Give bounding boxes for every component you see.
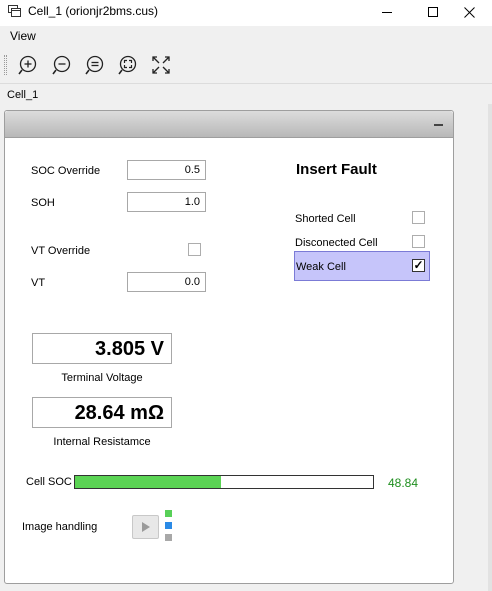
image-handling-label: Image handling	[22, 521, 98, 533]
insert-fault-title: Insert Fault	[296, 161, 377, 178]
cell-soc-value: 48.84	[388, 476, 419, 490]
internal-resistance-display: 28.64 mΩ	[32, 397, 172, 428]
toolbar-grip[interactable]	[4, 55, 7, 75]
vt-override-checkbox[interactable]	[188, 243, 201, 256]
play-button[interactable]	[132, 515, 159, 539]
soc-override-label: SOC Override	[31, 165, 101, 177]
menu-bar: View	[0, 26, 492, 46]
vt-input[interactable]: 0.0	[127, 272, 206, 292]
disconnected-cell-checkbox[interactable]	[412, 235, 425, 248]
terminal-voltage-display: 3.805 V	[32, 333, 172, 364]
title-bar: Cell_1 (orionjr2bms.cus)	[0, 0, 492, 24]
terminal-voltage-caption: Terminal Voltage	[61, 372, 143, 384]
window-title: Cell_1 (orionjr2bms.cus)	[28, 4, 159, 18]
vt-override-label: VT Override	[31, 245, 91, 257]
soh-input[interactable]: 1.0	[127, 192, 206, 212]
disconnected-cell-label: Disconected Cell	[295, 237, 378, 249]
cell-soc-label: Cell SOC	[26, 476, 72, 488]
status-indicator-gray	[165, 534, 172, 541]
internal-resistance-caption: Internal Resistamce	[53, 436, 151, 448]
vt-label: VT	[31, 277, 46, 289]
shorted-cell-label: Shorted Cell	[295, 213, 356, 225]
zoom-in-button[interactable]	[17, 54, 41, 76]
tab-cell-1[interactable]: Cell_1	[7, 89, 38, 101]
zoom-reset-button[interactable]	[83, 54, 107, 76]
status-indicator-blue	[165, 522, 172, 529]
expand-button[interactable]	[149, 54, 173, 76]
vertical-scrollbar[interactable]	[488, 104, 492, 591]
close-icon	[463, 6, 475, 18]
soh-label: SOH	[31, 197, 55, 209]
window-icon	[8, 5, 21, 17]
menu-view[interactable]: View	[10, 29, 36, 43]
cell-soc-progress-bar	[74, 475, 374, 489]
toolbar	[0, 46, 492, 84]
minimize-icon	[382, 11, 392, 13]
zoom-out-button[interactable]	[50, 54, 74, 76]
play-icon	[141, 522, 150, 532]
zoom-in-icon	[18, 55, 37, 75]
weak-cell-checkbox[interactable]: ✓	[412, 259, 425, 272]
close-button[interactable]	[446, 0, 492, 24]
zoom-fit-button[interactable]	[116, 54, 140, 76]
zoom-fit-icon	[118, 55, 137, 75]
tab-bar: Cell_1	[0, 84, 492, 106]
soc-override-input[interactable]: 0.5	[127, 160, 206, 180]
maximize-icon	[428, 7, 438, 17]
zoom-out-icon	[52, 55, 71, 75]
shorted-cell-checkbox[interactable]	[412, 211, 425, 224]
cell-soc-progress-fill	[75, 476, 221, 488]
minimize-button[interactable]	[364, 0, 410, 24]
expand-icon	[152, 56, 170, 74]
weak-cell-label: Weak Cell	[296, 261, 346, 273]
zoom-reset-icon	[85, 55, 104, 75]
panel-header	[5, 111, 453, 138]
status-indicator-green	[165, 510, 172, 517]
collapse-icon[interactable]	[434, 124, 443, 126]
